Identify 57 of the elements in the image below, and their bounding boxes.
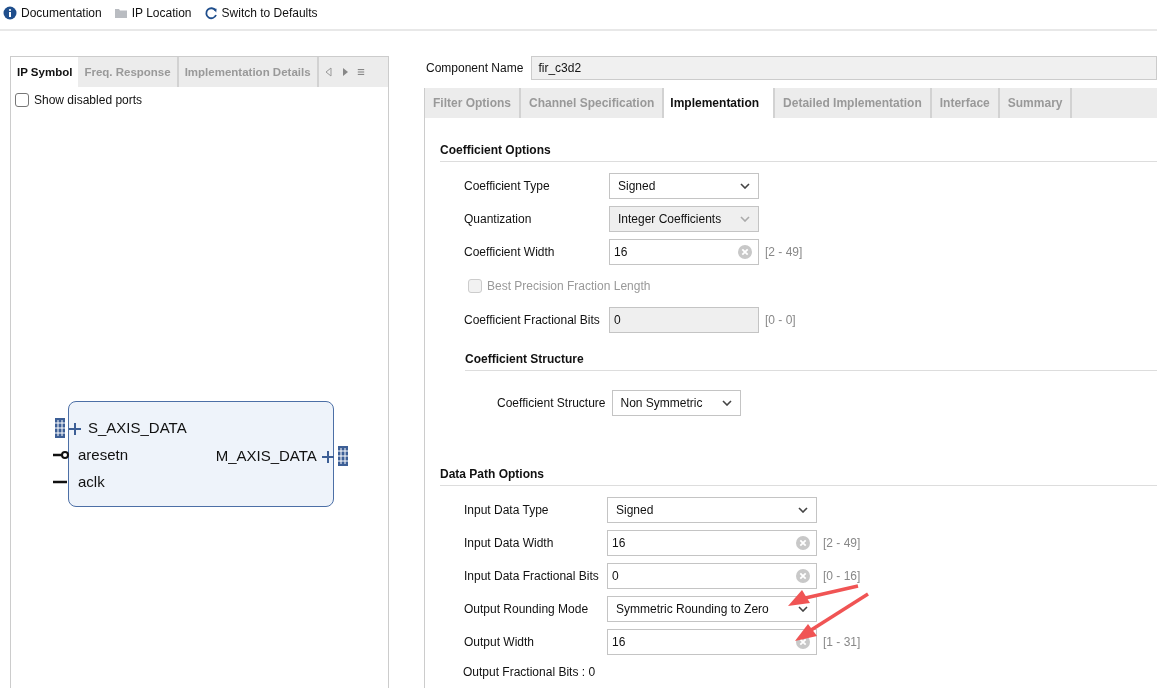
panel-tab[interactable]: IP Symbol bbox=[11, 57, 79, 87]
port-label: S_AXIS_DATA bbox=[88, 419, 187, 436]
field-label: Input Data Type bbox=[464, 503, 550, 517]
bus-plus-icon bbox=[54, 416, 84, 439]
field-label: Coefficient Type bbox=[464, 179, 551, 193]
caret-icon bbox=[721, 400, 732, 406]
field-label: Coefficient Structure bbox=[497, 396, 606, 410]
field-label: Component Name bbox=[426, 61, 524, 75]
field-label: Input Data Fractional Bits bbox=[464, 569, 600, 583]
caret-icon bbox=[740, 183, 750, 189]
refresh-icon bbox=[203, 6, 218, 20]
field-label: Quantization bbox=[464, 212, 533, 226]
clear-icon[interactable] bbox=[796, 569, 810, 583]
scroll-right-icon[interactable] bbox=[340, 67, 349, 77]
toolbar-button[interactable]: Switch to Defaults bbox=[203, 4, 318, 22]
input-field[interactable]: 16 bbox=[607, 530, 817, 556]
scroll-left-icon[interactable] bbox=[324, 67, 333, 77]
clear-icon[interactable] bbox=[796, 536, 810, 550]
toolbar-button[interactable]: IP Location bbox=[113, 4, 192, 22]
range-hint: [2 - 49] bbox=[823, 536, 861, 550]
clear-icon[interactable] bbox=[738, 245, 752, 259]
input-field[interactable]: 16 bbox=[609, 239, 759, 265]
port-label: aclk bbox=[78, 473, 105, 490]
checkbox-label: Best Precision Fraction Length bbox=[487, 279, 651, 293]
dropdown[interactable]: Signed bbox=[607, 497, 817, 523]
port-label: M_AXIS_DATA bbox=[215, 447, 317, 464]
field-label: Coefficient Fractional Bits bbox=[464, 313, 601, 327]
caret-icon bbox=[798, 507, 808, 513]
range-hint: [0 - 0] bbox=[765, 313, 796, 327]
toolbar-button[interactable]: Documentation bbox=[3, 4, 102, 22]
range-hint: [1 - 31] bbox=[823, 635, 861, 649]
reset-pin-icon bbox=[53, 448, 69, 461]
section-heading: Data Path Options bbox=[440, 467, 1157, 486]
range-hint: [0 - 16] bbox=[823, 569, 861, 583]
info-icon bbox=[3, 6, 17, 20]
dropdown[interactable]: Signed bbox=[609, 173, 759, 199]
section-heading: Coefficient Options bbox=[440, 143, 1157, 162]
field-label: Output Width bbox=[464, 635, 536, 649]
caret-icon bbox=[798, 606, 808, 612]
component-name-field[interactable]: fir_c3d2 bbox=[531, 56, 1157, 80]
field-label: Input Data Width bbox=[464, 536, 555, 550]
caret-icon bbox=[740, 216, 750, 222]
checkbox[interactable] bbox=[15, 93, 29, 107]
section-heading: Coefficient Structure bbox=[465, 352, 1157, 371]
input-field[interactable]: 16 bbox=[607, 629, 817, 655]
menu-icon[interactable] bbox=[356, 67, 365, 77]
field-label: Output Rounding Mode bbox=[464, 602, 590, 616]
input-field[interactable]: 0 bbox=[607, 563, 817, 589]
range-hint: [2 - 49] bbox=[765, 245, 803, 259]
dropdown[interactable]: Symmetric Rounding to Zero bbox=[607, 596, 817, 622]
output-fractional-bits-text: Output Fractional Bits : 0 bbox=[462, 665, 597, 679]
folder-icon bbox=[113, 6, 128, 20]
dropdown[interactable]: Non Symmetric bbox=[611, 390, 741, 416]
settings-tab[interactable]: Implementation bbox=[664, 88, 776, 118]
port-label: aresetn bbox=[78, 446, 129, 463]
checkbox-label: Show disabled ports bbox=[34, 93, 143, 107]
field-label: Coefficient Width bbox=[464, 245, 556, 259]
